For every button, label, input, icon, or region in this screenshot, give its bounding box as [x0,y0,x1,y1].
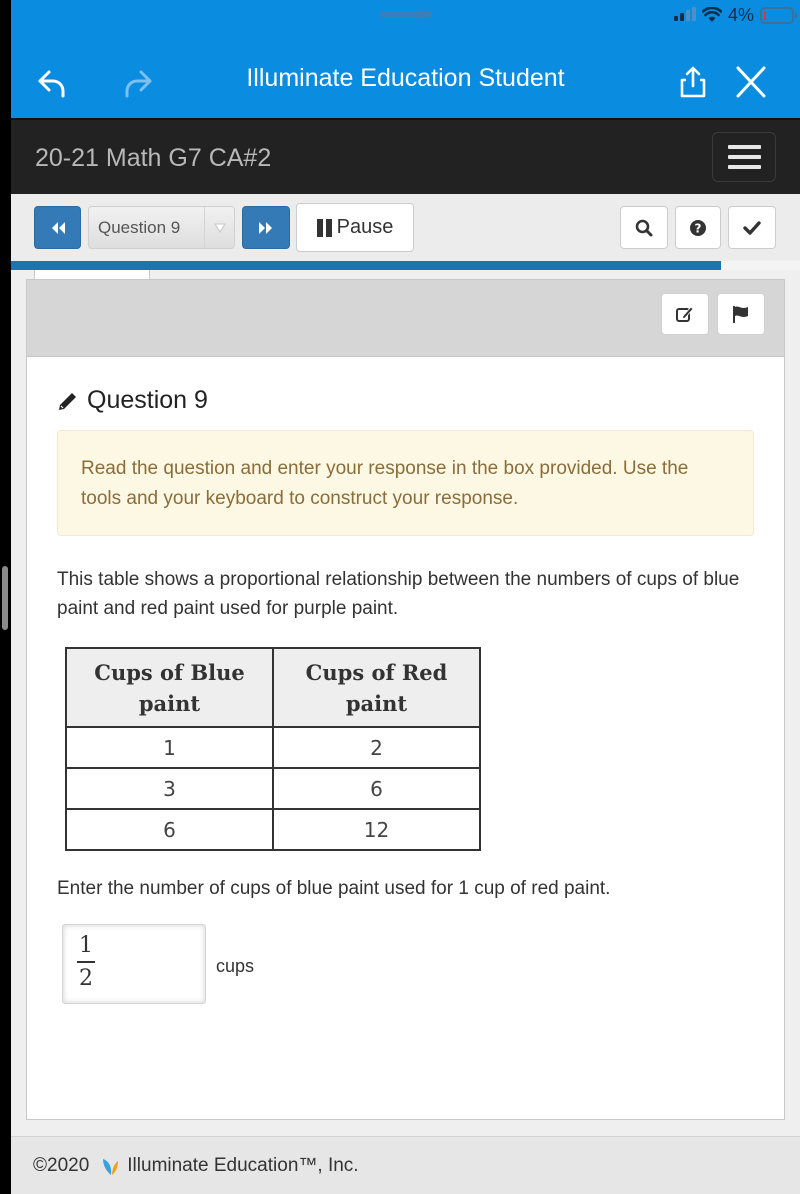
progress-bar [11,261,800,270]
table-row: 1 2 [65,726,481,769]
tab-stub [34,270,150,279]
flag-icon [733,306,748,323]
course-title: 20-21 Math G7 CA#2 [35,144,272,172]
wifi-icon [701,7,722,22]
table-cell: 1 [65,726,274,769]
instructions-alert: Read the question and enter your respons… [57,430,754,536]
next-question-button[interactable] [242,206,290,249]
menu-button[interactable] [712,132,776,182]
flag-button[interactable] [717,293,765,335]
footer: ©2020 Illuminate Education™, Inc. [11,1136,800,1194]
question-panel: Question 9 Read the question and enter y… [26,279,785,1120]
table-row: 3 6 [65,767,481,810]
submit-button[interactable] [728,206,776,249]
checkmark-icon [743,220,761,235]
notepad-icon [676,306,694,322]
chevron-down-icon [204,207,234,248]
pause-icon [316,218,332,237]
question-title: Question 9 [87,386,208,414]
battery-percent: 4% [727,4,754,25]
test-toolbar: Question 9 Pause ? [11,194,800,260]
column-header: Cups of Blue paint [65,647,274,728]
notepad-button[interactable] [661,293,709,335]
table-cell: 6 [65,808,274,851]
copyright-year: ©2020 [33,1154,90,1176]
hamburger-menu-icon [727,145,761,149]
scrollbar-thumb[interactable] [2,566,8,630]
browser-bar: 4% Illuminate Education Student [11,0,800,118]
question-select-value: Question 9 [98,217,181,237]
question-heading: Question 9 [57,386,208,415]
company-name: Illuminate Education™, Inc. [127,1154,359,1176]
app: 4% Illuminate Education Student 20-21 Ma… [11,0,800,1194]
table-cell: 12 [272,808,481,851]
status-bar: 4% [673,4,797,26]
double-right-icon [259,221,272,234]
close-button[interactable] [729,60,773,104]
question-circle-icon: ? [690,219,706,236]
pencil-icon [59,392,76,410]
answer-unit: cups [216,956,255,976]
battery-icon [760,6,797,24]
screen-edge [0,0,11,1194]
fraction-answer: 1 2 [77,933,95,991]
search-icon [635,219,653,236]
close-icon [736,66,766,98]
progress-fill [11,261,722,270]
denominator: 2 [79,966,93,991]
ratio-table: Cups of Blue paint Cups of Red paint 1 2… [65,647,481,851]
pause-label: Pause [336,216,394,238]
question-select[interactable]: Question 9 [88,206,235,249]
numerator: 1 [79,933,93,958]
signal-icon [673,7,696,21]
column-header: Cups of Red paint [272,647,481,728]
share-icon [680,66,706,98]
app-header: 20-21 Math G7 CA#2 [11,118,800,194]
share-button[interactable] [671,60,715,104]
illuminate-logo-icon [103,1158,119,1175]
question-prompt: This table shows a proportional relation… [57,569,740,619]
previous-question-button[interactable] [34,206,81,249]
search-button[interactable] [620,206,668,249]
svg-text:?: ? [695,221,702,235]
help-button[interactable]: ? [675,206,721,249]
question-text: Enter the number of cups of blue paint u… [57,878,611,899]
table-cell: 6 [272,767,481,810]
panel-toolbar [27,280,784,357]
answer-input[interactable]: 1 2 [62,924,206,1004]
table-row: 6 12 [65,808,481,851]
fraction-bar [77,961,95,963]
grabber-handle[interactable] [380,11,432,18]
pause-button[interactable]: Pause [296,203,414,252]
table-cell: 3 [65,767,274,810]
double-left-icon [51,221,65,234]
table-header-row: Cups of Blue paint Cups of Red paint [65,647,481,728]
table-cell: 2 [272,726,481,769]
